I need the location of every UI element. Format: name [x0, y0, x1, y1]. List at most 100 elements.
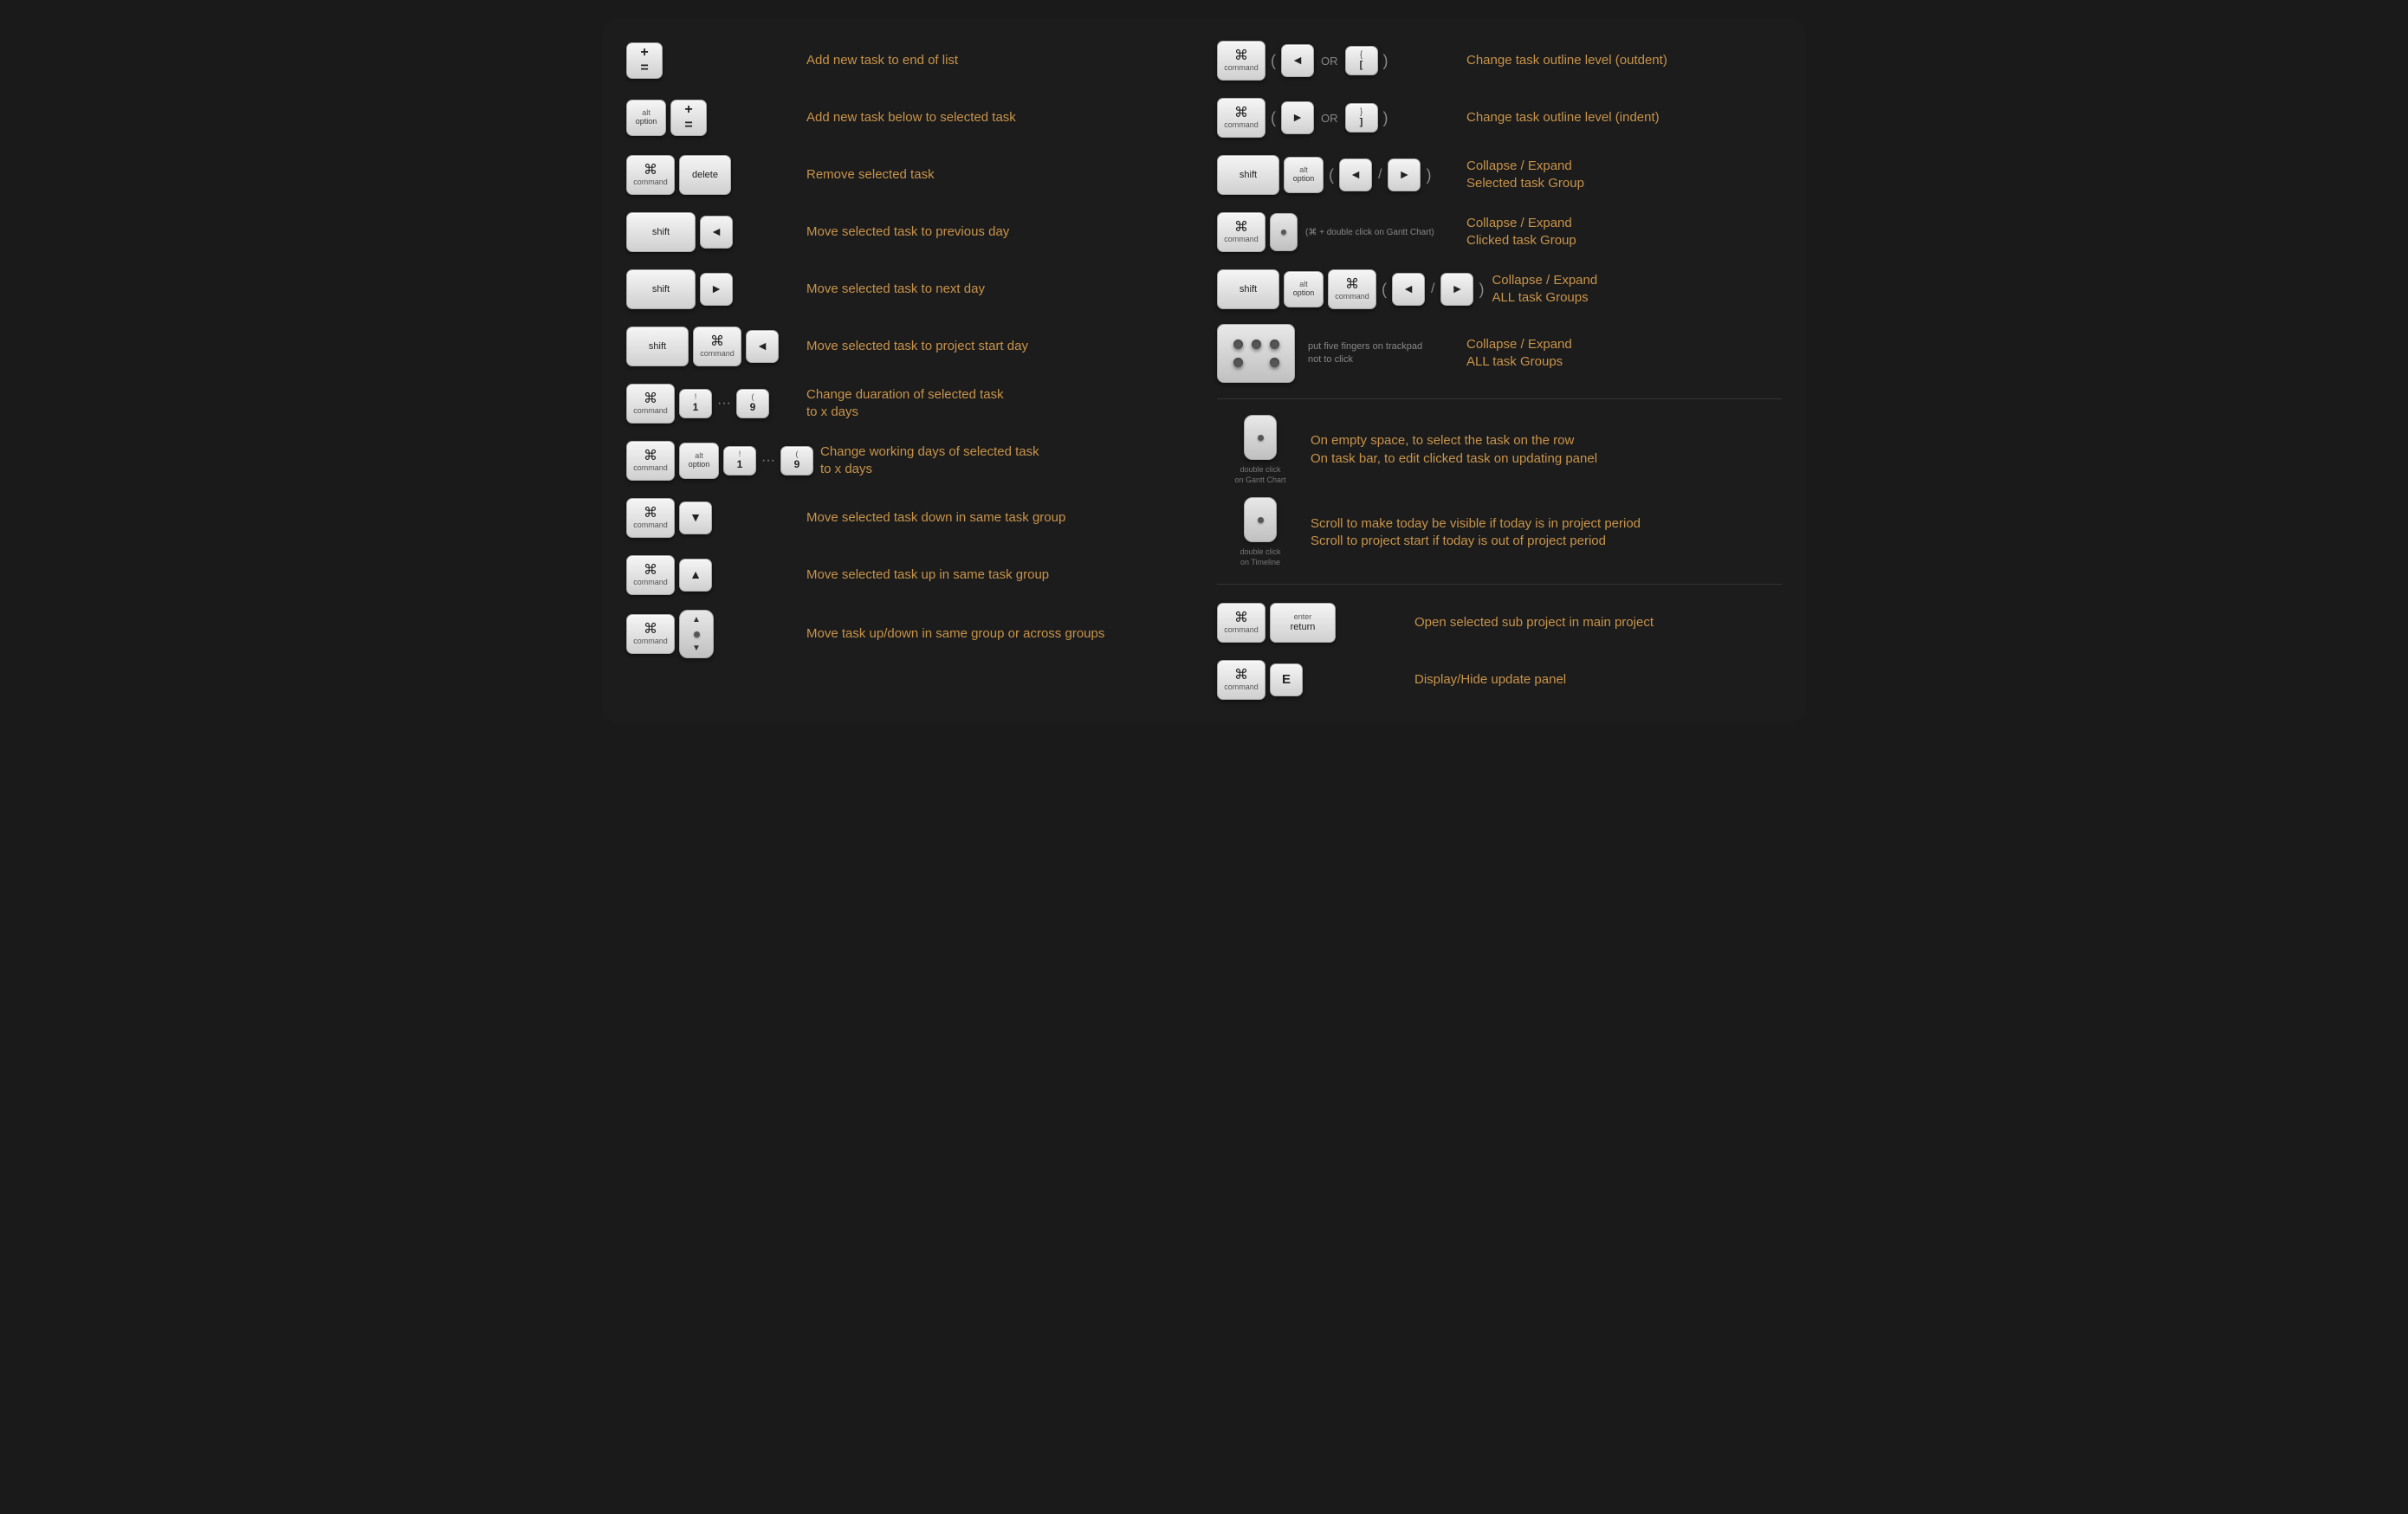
- trackpad-dot-1: [1233, 340, 1243, 349]
- trackpad-dot-5: [1270, 358, 1279, 367]
- key-1: ! 1: [679, 389, 712, 418]
- trackpad-dot-4: [1233, 358, 1243, 367]
- key-right-r2: ►: [1281, 101, 1314, 134]
- desc-dbl-gantt: On empty space, to select the task on th…: [1311, 432, 1782, 468]
- keys-move-updown: ⌘ command ▲ ▼: [626, 610, 799, 658]
- slash-2: /: [1431, 281, 1434, 297]
- keys-working-days: ⌘ command alt option ! 1 ··· ( 9: [626, 441, 813, 481]
- shortcut-remove: ⌘ command delete Remove selected task: [626, 152, 1191, 197]
- key-cmd-1: ⌘ command: [626, 155, 675, 195]
- paren-open-3: (: [1329, 166, 1334, 184]
- mouse-icon-click: [1270, 213, 1298, 251]
- mouse-timeline-wrapper: double clickon Timeline: [1217, 497, 1304, 567]
- keys-move-up: ⌘ command ▲: [626, 555, 799, 595]
- key-alt-option-r1: alt option: [1284, 157, 1324, 193]
- separator-line-2: [1217, 584, 1782, 585]
- keys-add-below: alt option +=: [626, 100, 799, 136]
- desc-open-subproject: Open selected sub project in main projec…: [1414, 614, 1782, 631]
- mouse-icon-timeline: [1244, 497, 1277, 542]
- keys-next-day: shift ►: [626, 269, 799, 309]
- dots-2: ···: [761, 453, 775, 469]
- shortcut-working-days: ⌘ command alt option ! 1 ··· ( 9 Change …: [626, 438, 1191, 483]
- desc-collapse-selected: Collapse / Expand Selected task Group: [1466, 158, 1782, 193]
- key-brace-2: } ]: [1345, 103, 1378, 133]
- key-right-arrow-1: ►: [700, 273, 733, 306]
- paren-close-2: ): [1383, 109, 1388, 127]
- key-right-r4: ►: [1440, 273, 1473, 306]
- mouse-gantt-wrapper: double clickon Gantt Chart: [1217, 415, 1304, 485]
- right-column: ⌘ command ( ◄ OR { [ ) Change task outli…: [1217, 38, 1782, 702]
- desc-collapse-clicked: Collapse / Expand Clicked task Group: [1466, 215, 1782, 250]
- key-enter-return: enter return: [1270, 603, 1336, 643]
- shortcut-collapse-clicked: ⌘ command (⌘ + double click on Gantt Cha…: [1217, 210, 1782, 255]
- keys-add-end: +=: [626, 42, 799, 79]
- key-left-r1: ◄: [1281, 44, 1314, 77]
- left-column: += Add new task to end of list alt optio…: [626, 38, 1191, 702]
- keyboard-shortcuts-container: += Add new task to end of list alt optio…: [602, 17, 1806, 723]
- key-shift-r2: shift: [1217, 269, 1279, 309]
- shortcut-next-day: shift ► Move selected task to next day: [626, 267, 1191, 312]
- desc-dbl-timeline: Scroll to make today be visible if today…: [1311, 515, 1782, 551]
- keys-collapse-selected: shift alt option ( ◄ / ► ): [1217, 155, 1460, 195]
- desc-next-day: Move selected task to next day: [806, 281, 1191, 298]
- shortcut-prev-day: shift ◄ Move selected task to previous d…: [626, 210, 1191, 255]
- key-shift-r1: shift: [1217, 155, 1279, 195]
- mouse-icon-updown: ▲ ▼: [679, 610, 714, 658]
- desc-display-panel: Display/Hide update panel: [1414, 671, 1782, 689]
- separator-line: [1217, 398, 1782, 399]
- desc-outdent: Change task outline level (outdent): [1466, 52, 1782, 69]
- shortcut-add-end: += Add new task to end of list: [626, 38, 1191, 83]
- desc-trackpad: Collapse / Expand ALL task Groups: [1466, 336, 1782, 372]
- shortcut-dbl-gantt: double clickon Gantt Chart On empty spac…: [1217, 415, 1782, 485]
- gantt-dbl-click-label: (⌘ + double click on Gantt Chart): [1305, 228, 1434, 237]
- key-down-arrow: ▼: [679, 501, 712, 534]
- key-cmd-6: ⌘ command: [626, 555, 675, 595]
- key-up-arrow: ▲: [679, 559, 712, 592]
- key-cmd-r9: ⌘ command: [1217, 603, 1265, 643]
- key-plus-equal: +=: [626, 42, 663, 79]
- key-alt-option-r2: alt option: [1284, 271, 1324, 307]
- key-1b: ! 1: [723, 446, 756, 476]
- key-cmd-r2: ⌘ command: [1217, 98, 1265, 138]
- shortcut-collapse-all: shift alt option ⌘ command ( ◄ / ► ) Col…: [1217, 267, 1782, 312]
- desc-move-up: Move selected task up in same task group: [806, 566, 1191, 584]
- shortcut-dbl-timeline: double clickon Timeline Scroll to make t…: [1217, 497, 1782, 567]
- key-cmd-2: ⌘ command: [693, 327, 741, 366]
- key-cmd-r1: ⌘ command: [1217, 41, 1265, 81]
- key-left-r3: ◄: [1339, 159, 1372, 191]
- paren-close-4: ): [1479, 281, 1484, 299]
- key-cmd-r10: ⌘ command: [1217, 660, 1265, 700]
- key-alt-option-1: alt option: [626, 100, 666, 136]
- paren-open-1: (: [1271, 52, 1276, 70]
- shortcut-trackpad: put five fingers on trackpadnot to click…: [1217, 324, 1782, 383]
- desc-duration: Change duaration of selected task to x d…: [806, 386, 1191, 422]
- or-text-2: OR: [1321, 112, 1338, 125]
- keys-collapse-clicked: ⌘ command (⌘ + double click on Gantt Cha…: [1217, 212, 1460, 252]
- or-text-1: OR: [1321, 55, 1338, 68]
- shortcut-add-below: alt option += Add new task below to sele…: [626, 95, 1191, 140]
- shortcut-collapse-selected: shift alt option ( ◄ / ► ) Collapse / Ex…: [1217, 152, 1782, 197]
- key-shift-2: shift: [626, 269, 696, 309]
- desc-indent: Change task outline level (indent): [1466, 109, 1782, 126]
- shortcut-move-up: ⌘ command ▲ Move selected task up in sam…: [626, 553, 1191, 598]
- key-left-arrow-1: ◄: [700, 216, 733, 249]
- keys-prev-day: shift ◄: [626, 212, 799, 252]
- key-cmd-7: ⌘ command: [626, 614, 675, 654]
- key-brace-1: { [: [1345, 46, 1378, 75]
- shortcut-start-day: shift ⌘ command ◄ Move selected task to …: [626, 324, 1191, 369]
- trackpad-dot-3: [1270, 340, 1279, 349]
- keys-outdent: ⌘ command ( ◄ OR { [ ): [1217, 41, 1460, 81]
- desc-move-updown: Move task up/down in same group or acros…: [806, 625, 1191, 643]
- dbl-click-timeline-label: double clickon Timeline: [1240, 547, 1280, 567]
- keys-start-day: shift ⌘ command ◄: [626, 327, 799, 366]
- desc-add-end: Add new task to end of list: [806, 52, 1191, 69]
- shortcut-indent: ⌘ command ( ► OR } ] ) Change task outli…: [1217, 95, 1782, 140]
- shortcut-open-subproject: ⌘ command enter return Open selected sub…: [1217, 600, 1782, 645]
- dbl-click-gantt-label: double clickon Gantt Chart: [1234, 465, 1285, 485]
- desc-start-day: Move selected task to project start day: [806, 338, 1191, 355]
- key-cmd-4: ⌘ command: [626, 441, 675, 481]
- desc-remove: Remove selected task: [806, 166, 1191, 184]
- keys-open-subproject: ⌘ command enter return: [1217, 603, 1408, 643]
- trackpad-icon: [1217, 324, 1295, 383]
- keys-remove: ⌘ command delete: [626, 155, 799, 195]
